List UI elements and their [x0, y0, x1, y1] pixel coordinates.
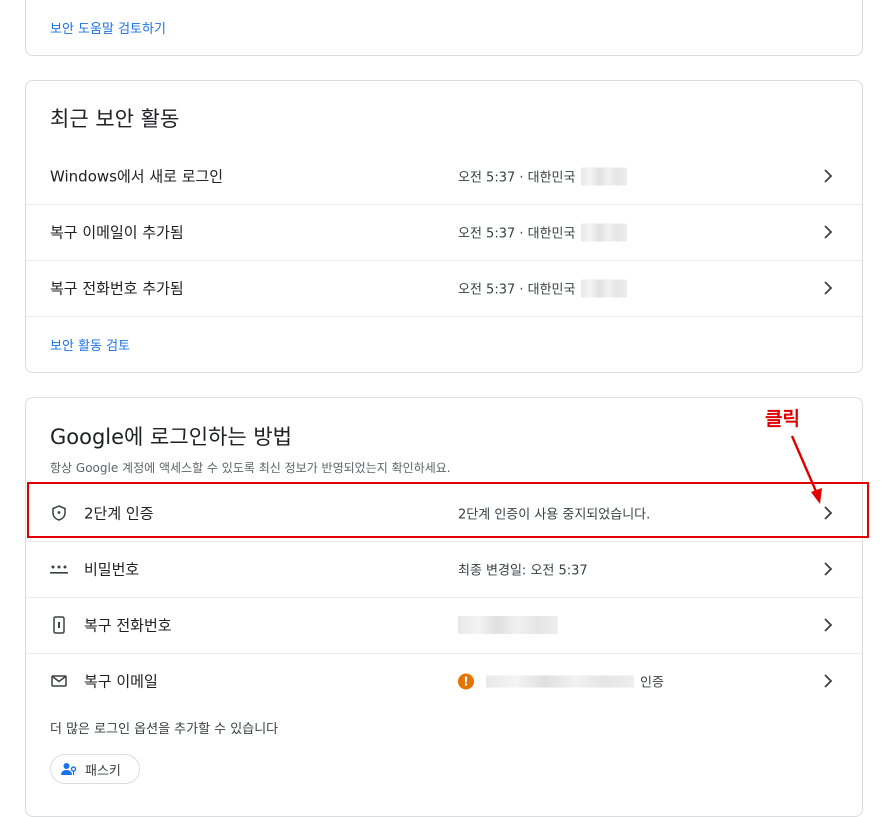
activity-detail: 오전 5:37 · 대한민국 [458, 223, 628, 242]
mail-icon [50, 672, 68, 690]
row-password[interactable]: 비밀번호 최종 변경일: 오전 5:37 [26, 541, 862, 597]
activity-label: 복구 전화번호 추가됨 [50, 279, 184, 298]
click-annotation: 클릭 [765, 408, 800, 430]
chevron-right-icon [824, 618, 833, 632]
review-activity-link[interactable]: 보안 활동 검토 [50, 335, 130, 354]
activity-row-new-login[interactable]: Windows에서 새로 로그인 오전 5:37 · 대한민국 [26, 148, 862, 204]
redacted-location [581, 223, 628, 241]
chevron-right-icon [824, 281, 833, 295]
passkey-label: 패스키 [85, 763, 121, 779]
annotation-arrow-icon [790, 435, 822, 504]
security-tips-card: 보안 도움말 검토하기 [25, 0, 863, 56]
signin-title: Google에 로그인하는 방법 [50, 425, 292, 449]
recent-activity-card: 최근 보안 활동 Windows에서 새로 로그인 오전 5:37 · 대한민국… [25, 80, 863, 373]
activity-label: Windows에서 새로 로그인 [50, 167, 224, 186]
chevron-right-icon [824, 225, 833, 239]
redacted-email [486, 675, 634, 687]
phone-icon [50, 616, 68, 634]
password-dots-icon [50, 560, 68, 578]
warning-icon: ! [458, 673, 474, 689]
passkey-icon [61, 762, 77, 776]
activity-row-recovery-email[interactable]: 복구 이메일이 추가됨 오전 5:37 · 대한민국 [26, 204, 862, 260]
security-tips-link[interactable]: 보안 도움말 검토하기 [50, 18, 166, 37]
activity-label: 복구 이메일이 추가됨 [50, 223, 184, 242]
divider [26, 316, 862, 317]
redacted-phone-number [458, 616, 558, 634]
activity-detail: 오전 5:37 · 대한민국 [458, 167, 628, 186]
row-recovery-phone[interactable]: 복구 전화번호 [26, 597, 862, 653]
chevron-right-icon [824, 562, 833, 576]
verify-text: 인증 [640, 675, 664, 691]
row-label: 복구 전화번호 [84, 616, 172, 635]
row-label: 비밀번호 [84, 560, 140, 579]
row-value [458, 616, 558, 634]
redacted-location [581, 167, 628, 185]
redacted-location [581, 279, 628, 297]
row-value: ! 인증 [458, 672, 664, 691]
activity-detail: 오전 5:37 · 대한민국 [458, 279, 628, 298]
signin-subtitle: 항상 Google 계정에 액세스할 수 있도록 최신 정보가 반영되었는지 확… [50, 461, 451, 475]
passkey-button[interactable]: 패스키 [50, 754, 140, 784]
row-label: 복구 이메일 [84, 672, 158, 691]
chevron-right-icon [824, 169, 833, 183]
chevron-right-icon [824, 674, 833, 688]
more-options-text: 더 많은 로그인 옵션을 추가할 수 있습니다 [50, 722, 279, 737]
row-value: 최종 변경일: 오전 5:37 [458, 563, 588, 579]
highlight-box [27, 482, 869, 538]
activity-row-recovery-phone[interactable]: 복구 전화번호 추가됨 오전 5:37 · 대한민국 [26, 260, 862, 316]
signin-methods-card: Google에 로그인하는 방법 항상 Google 계정에 액세스할 수 있도… [25, 397, 863, 817]
recent-activity-title: 최근 보안 활동 [50, 107, 180, 131]
row-recovery-email[interactable]: 복구 이메일 ! 인증 [26, 653, 862, 709]
